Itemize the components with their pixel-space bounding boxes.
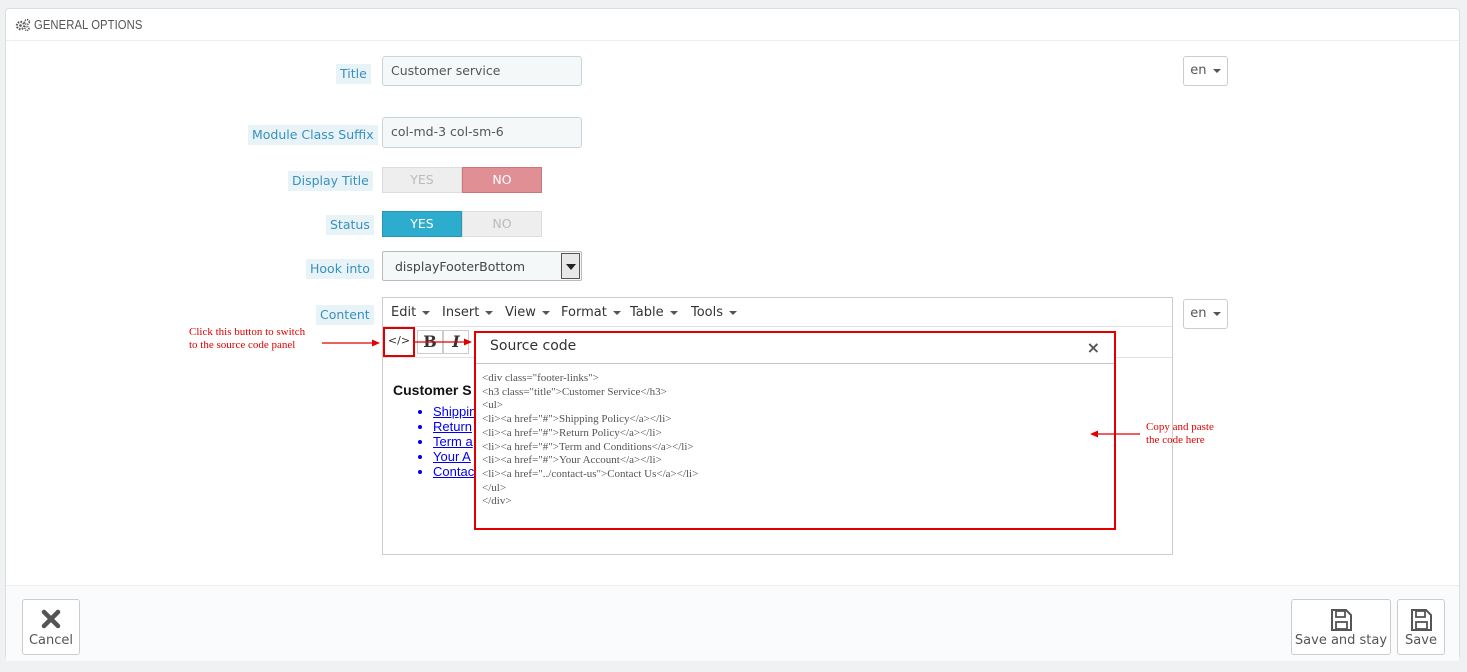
annotation-right-line1: Copy and paste	[1146, 421, 1214, 433]
annotation-right-line2: the code here	[1146, 434, 1205, 446]
annotation-left: Click this button to switch to the sourc…	[189, 326, 305, 352]
annotation-right: Copy and paste the code here	[1146, 421, 1214, 447]
annotation-left-line2: to the source code panel	[189, 339, 296, 351]
annotation-left-line1: Click this button to switch	[189, 326, 306, 338]
